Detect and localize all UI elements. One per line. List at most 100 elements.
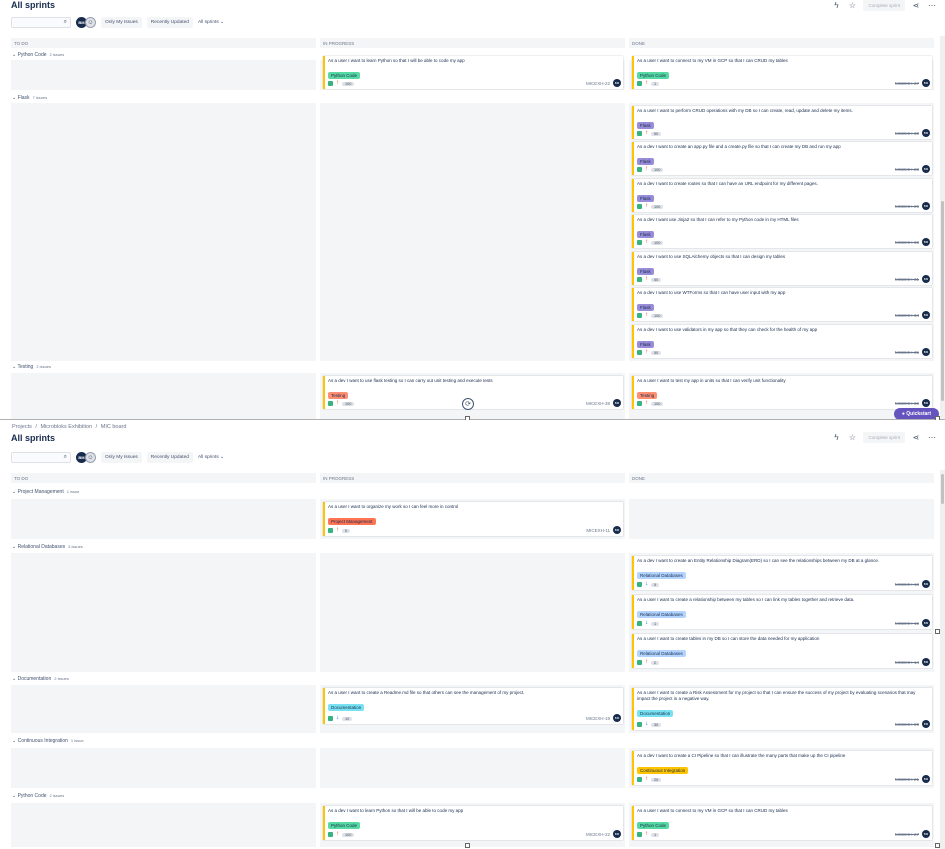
scrollbar[interactable] bbox=[940, 470, 945, 849]
issue-key[interactable]: MICEXH-11 bbox=[586, 528, 610, 533]
issue-card[interactable]: As a user I want to test my app in units… bbox=[632, 376, 932, 409]
issue-card[interactable]: As a dev I want use Jinja2 so that I can… bbox=[632, 215, 932, 248]
issue-key[interactable]: MICEXH-30 bbox=[895, 131, 919, 136]
assignee-avatar[interactable]: BM bbox=[613, 526, 621, 534]
only-my-issues-filter[interactable]: Only My Issues bbox=[101, 17, 142, 28]
issue-card[interactable]: As a user I want to create a Readme.md f… bbox=[323, 688, 623, 724]
resize-handle[interactable] bbox=[465, 843, 470, 848]
breadcrumb-projects[interactable]: Projects bbox=[12, 424, 32, 430]
issue-key[interactable]: MICEXH-27 bbox=[895, 81, 919, 86]
issue-card[interactable]: As a user I want to connect to my VM in … bbox=[632, 56, 932, 89]
assignee-avatar[interactable]: BM bbox=[922, 238, 930, 246]
issue-card[interactable]: As a dev I want to create a CI Pipeline … bbox=[632, 751, 932, 785]
unassigned-avatar-icon[interactable]: ☺ bbox=[85, 452, 96, 463]
recently-updated-filter[interactable]: Recently Updated bbox=[146, 17, 193, 28]
swimlane-continuous-integration[interactable]: ⌄ Continuous Integration 1 issue bbox=[12, 738, 84, 744]
epic-label: Documentation bbox=[328, 704, 365, 711]
swimlane-testing[interactable]: ⌄ Testing 2 issues bbox=[12, 364, 51, 370]
resize-handle[interactable] bbox=[935, 843, 940, 848]
search-input[interactable]: ⌕ bbox=[11, 17, 71, 28]
assignee-avatar[interactable]: BM bbox=[922, 775, 930, 783]
recently-updated-filter[interactable]: Recently Updated bbox=[146, 452, 193, 463]
assignee-avatar[interactable]: BM bbox=[922, 348, 930, 356]
issue-key[interactable]: MICEXH-20 bbox=[895, 722, 919, 727]
assignee-avatar[interactable]: BM bbox=[613, 79, 621, 87]
issue-card[interactable]: As a user I want to perform CRUD operati… bbox=[632, 106, 932, 139]
breadcrumb-board[interactable]: MIC board bbox=[101, 424, 127, 430]
assignee-avatar[interactable]: BM bbox=[922, 202, 930, 210]
issue-key[interactable]: MICEXH-19 bbox=[586, 716, 610, 721]
issue-key[interactable]: MICEXH-18 bbox=[895, 582, 919, 587]
assignee-avatar[interactable]: BM bbox=[922, 129, 930, 137]
issue-card[interactable]: As a dev I want to use validators in my … bbox=[632, 325, 932, 358]
assignee-avatar[interactable]: BM bbox=[922, 311, 930, 319]
swimlane-python-code[interactable]: ⌄ Python Code 2 issues bbox=[12, 52, 64, 58]
unassigned-avatar-icon[interactable]: ☺ bbox=[85, 17, 96, 28]
issue-key[interactable]: MICEXH-22 bbox=[586, 81, 610, 86]
only-my-issues-filter[interactable]: Only My Issues bbox=[101, 452, 142, 463]
issue-card[interactable]: As a user I want to connect to my VM in … bbox=[632, 806, 932, 840]
scrollbar-thumb[interactable] bbox=[941, 201, 944, 401]
board-toolbar: ⌕ BM ☺ Only My Issues Recently Updated A… bbox=[11, 17, 224, 28]
sprint-dropdown[interactable]: All sprints ⌄ bbox=[198, 455, 224, 460]
scrollbar[interactable] bbox=[940, 36, 945, 419]
assignee-avatar[interactable]: BM bbox=[922, 619, 930, 627]
issue-key[interactable]: MICEXH-36 bbox=[895, 401, 919, 406]
lightning-icon[interactable]: ϟ bbox=[831, 433, 841, 443]
issue-card[interactable]: As a user I want to create a relationshi… bbox=[632, 595, 932, 629]
assignee-avatar[interactable]: BM bbox=[922, 658, 930, 666]
issue-key[interactable]: MICEXH-29 bbox=[895, 204, 919, 209]
complete-sprint-button[interactable]: Complete sprint bbox=[863, 432, 905, 443]
issue-card[interactable]: As a user I want to organize my work so … bbox=[323, 502, 623, 536]
issue-key[interactable]: MICEXH-38 bbox=[586, 401, 610, 406]
more-icon[interactable]: ⋯ bbox=[927, 1, 937, 11]
issue-card[interactable]: As a user I want to create a Risk Assess… bbox=[632, 688, 932, 730]
issue-card[interactable]: As a user I want to create tables in my … bbox=[632, 634, 932, 668]
issue-key[interactable]: MICEXH-14 bbox=[895, 660, 919, 665]
issue-card[interactable]: As a dev I want to create routes so that… bbox=[632, 179, 932, 212]
issue-key[interactable]: MICEXH-27 bbox=[895, 832, 919, 837]
issue-key[interactable]: MICEXH-33 bbox=[895, 240, 919, 245]
assignee-avatar[interactable]: BM bbox=[922, 165, 930, 173]
search-input[interactable]: ⌕ bbox=[11, 452, 71, 463]
assignee-avatar[interactable]: BM bbox=[922, 399, 930, 407]
star-icon[interactable]: ☆ bbox=[847, 433, 857, 443]
assignee-avatar[interactable]: BM bbox=[613, 399, 621, 407]
star-icon[interactable]: ☆ bbox=[847, 1, 857, 11]
assignee-avatar[interactable]: BM bbox=[922, 720, 930, 728]
issue-key[interactable]: MICEXH-28 bbox=[895, 167, 919, 172]
issue-card[interactable]: As a dev I want to create an Entity Rela… bbox=[632, 556, 932, 590]
resize-handle[interactable] bbox=[935, 629, 940, 634]
issue-key[interactable]: MICEXH-15 bbox=[895, 621, 919, 626]
assignee-avatar[interactable]: BM bbox=[922, 79, 930, 87]
assignee-avatar[interactable]: BM bbox=[922, 580, 930, 588]
issue-key[interactable]: MICEXH-35 bbox=[895, 350, 919, 355]
breadcrumb-project[interactable]: Microbloks Exhibition bbox=[40, 424, 92, 430]
issue-key[interactable]: MICEXH-31 bbox=[895, 277, 919, 282]
swimlane-project-management[interactable]: ⌄ Project Management 1 issue bbox=[12, 489, 79, 495]
swimlane-flask[interactable]: ⌄ Flask 7 issues bbox=[12, 95, 47, 101]
lightning-icon[interactable]: ϟ bbox=[831, 1, 841, 11]
issue-card[interactable]: As a dev I want to use WTForms so that I… bbox=[632, 288, 932, 321]
assignee-avatar[interactable]: BM bbox=[922, 830, 930, 838]
assignee-avatar[interactable]: BM bbox=[613, 714, 621, 722]
issue-card[interactable]: As a dev I want to create an app.py file… bbox=[632, 142, 932, 175]
share-icon[interactable]: ⋖ bbox=[911, 1, 921, 11]
issue-card[interactable]: As a dev I want to use SQLAlchemy object… bbox=[632, 252, 932, 285]
swimlane-python-code[interactable]: ⌄ Python Code 2 issues bbox=[12, 793, 64, 799]
share-icon[interactable]: ⋖ bbox=[911, 433, 921, 443]
scrollbar-thumb[interactable] bbox=[941, 474, 944, 504]
assignee-avatar[interactable]: BM bbox=[922, 275, 930, 283]
swimlane-relational-databases[interactable]: ⌄ Relational Databases 3 issues bbox=[12, 544, 83, 550]
issue-key[interactable]: MICEXH-21 bbox=[895, 777, 919, 782]
swimlane-documentation[interactable]: ⌄ Documentation 2 issues bbox=[12, 676, 69, 682]
complete-sprint-button[interactable]: Complete sprint bbox=[863, 0, 905, 11]
quickstart-button[interactable]: ● Quickstart bbox=[893, 408, 939, 419]
issue-card[interactable]: As a dev I want to learn Python so that … bbox=[323, 806, 623, 840]
more-icon[interactable]: ⋯ bbox=[927, 433, 937, 443]
sprint-dropdown[interactable]: All sprints ⌄ bbox=[198, 20, 224, 25]
issue-card[interactable]: As a user I want to learn Python so that… bbox=[323, 56, 623, 89]
issue-key[interactable]: MICEXH-34 bbox=[895, 313, 919, 318]
assignee-avatar[interactable]: BM bbox=[613, 830, 621, 838]
issue-key[interactable]: MICEXH-22 bbox=[586, 832, 610, 837]
